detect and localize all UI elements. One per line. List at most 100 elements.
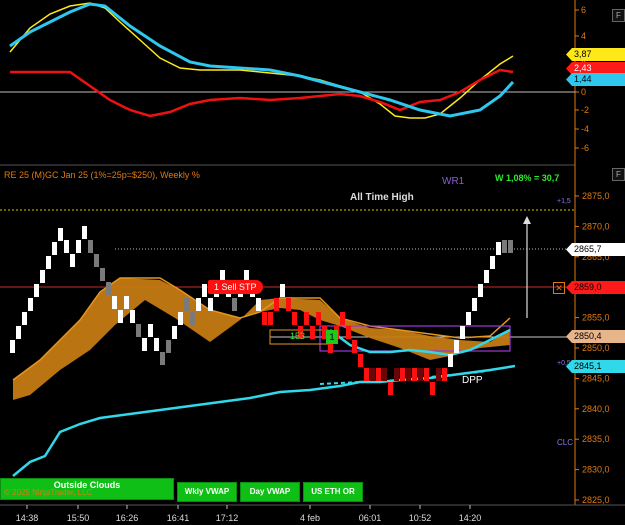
x-tick-label: 17:12 [216, 513, 239, 523]
renko-brick [340, 312, 345, 325]
renko-brick [16, 326, 21, 339]
wr-label: WR1 [442, 176, 465, 187]
price-y-tick-label: 2845,0 [582, 373, 610, 383]
indicator-toggle-button[interactable]: Wkly VWAP [177, 482, 237, 502]
renko-brick [412, 368, 417, 381]
renko-brick [178, 312, 183, 325]
renko-brick [148, 324, 153, 337]
price-y-tick-label: 2855,0 [582, 313, 610, 323]
weekly-vwap-line [12, 364, 516, 477]
renko-brick [160, 352, 165, 365]
x-tick-label: 14:20 [459, 513, 482, 523]
renko-brick [106, 282, 111, 295]
x-tick-label: 16:41 [167, 513, 190, 523]
renko-brick [466, 312, 471, 325]
indicator-y-tick-label: -2 [581, 105, 589, 115]
renko-brick [370, 368, 375, 381]
renko-brick [142, 338, 147, 351]
indicator-toggle-button[interactable]: US ETH OR [303, 482, 363, 502]
renko-brick [454, 340, 459, 353]
clc-label: CLC [557, 438, 574, 447]
renko-brick [184, 298, 189, 311]
renko-brick [292, 312, 297, 325]
price-panel-corner[interactable]: F [612, 168, 625, 181]
position-qty[interactable]: 153 [290, 331, 305, 341]
renko-brick [346, 326, 351, 339]
indicator-y-tick-label: 6 [581, 5, 586, 15]
renko-brick [508, 240, 513, 253]
x-tick-label: 06:01 [359, 513, 382, 523]
trading-chart[interactable]: 6420-2-4-6 2875,02870,02865,02860,02855,… [0, 0, 625, 525]
renko-brick [436, 368, 441, 381]
renko-brick [400, 368, 405, 381]
renko-brick [130, 310, 135, 323]
renko-brick [478, 284, 483, 297]
renko-brick [172, 326, 177, 339]
renko-brick [358, 354, 363, 367]
position-count[interactable]: 1 [326, 330, 338, 344]
indicator-toggle-button[interactable]: Day VWAP [240, 482, 300, 502]
renko-brick [376, 368, 381, 381]
renko-brick [388, 382, 393, 395]
indicator-y-tick-label: 4 [581, 31, 586, 41]
indicator-y-tick-label: -6 [581, 143, 589, 153]
renko-brick [112, 296, 117, 309]
indicator-value-badge: 1,44 [566, 73, 625, 86]
price-value-badge: 2850,4 [566, 330, 625, 343]
indicator-y-tick-label: -4 [581, 124, 589, 134]
renko-brick [268, 312, 273, 325]
renko-brick [94, 254, 99, 267]
renko-brick [52, 242, 57, 255]
price-y-tick-label: 2830,0 [582, 465, 610, 475]
renko-brick [316, 312, 321, 325]
renko-brick [472, 298, 477, 311]
renko-brick [364, 368, 369, 381]
all-time-high-label: All Time High [350, 192, 414, 203]
x-tick-label: 16:26 [116, 513, 139, 523]
weekly-stat: W 1,08% = 30,7 [495, 173, 560, 183]
renko-brick [58, 228, 63, 241]
price-y-tick-label: 2835,0 [582, 434, 610, 444]
renko-brick [460, 326, 465, 339]
renko-brick [22, 312, 27, 325]
price-y-tick-label: 2870,0 [582, 221, 610, 231]
renko-brick [430, 382, 435, 395]
vwap-dashed-line [319, 365, 516, 385]
sell-stop-label: Sell STP [221, 282, 257, 292]
copyright: © 2025 NinjaTrader, LLC [4, 488, 93, 497]
projection-arrow-head [523, 216, 531, 224]
renko-brick [232, 298, 237, 311]
renko-brick [196, 298, 201, 311]
renko-brick [100, 268, 105, 281]
renko-brick [352, 340, 357, 353]
renko-brick [406, 368, 411, 381]
indicator-red-line [10, 68, 514, 118]
renko-brick [64, 240, 69, 253]
sell-stop-order[interactable]: 1 Sell STP [208, 280, 263, 294]
renko-brick [496, 242, 501, 255]
renko-brick [124, 296, 129, 309]
renko-brick [310, 326, 315, 339]
renko-brick [34, 284, 39, 297]
renko-brick [118, 310, 123, 323]
renko-brick [256, 298, 261, 311]
renko-brick [484, 270, 489, 283]
renko-brick [208, 298, 213, 311]
indicator-panel-corner[interactable]: F [612, 9, 625, 22]
price-value-badge: 2845,1 [566, 360, 625, 373]
price-value-badge: 2859,0 [566, 281, 625, 294]
close-position-icon[interactable]: ✕ [553, 282, 565, 294]
renko-brick [70, 254, 75, 267]
price-y-tick-label: 2850,0 [582, 343, 610, 353]
renko-brick [280, 284, 285, 297]
renko-brick [40, 270, 45, 283]
renko-brick [136, 324, 141, 337]
renko-brick [10, 340, 15, 353]
renko-brick [190, 312, 195, 325]
renko-brick [382, 368, 387, 381]
renko-brick [394, 368, 399, 381]
dpp-label: DPP [462, 375, 483, 386]
price-y-tick-label: 2875,0 [582, 191, 610, 201]
renko-brick [286, 298, 291, 311]
x-tick-label: 10:52 [409, 513, 432, 523]
